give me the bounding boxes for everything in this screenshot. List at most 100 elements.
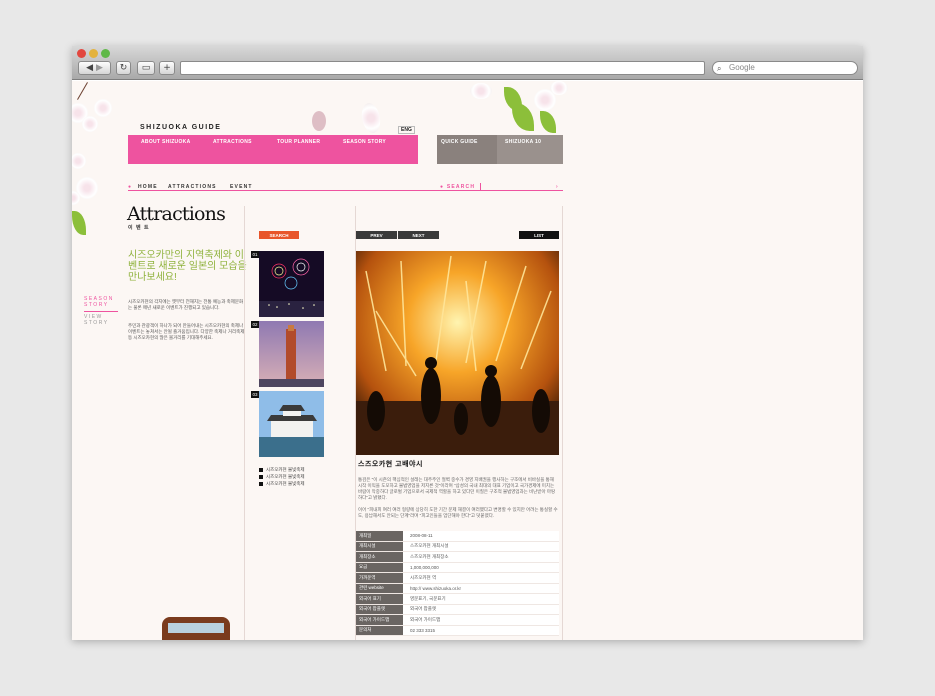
- info-value: http:// www.shizuoka.or.kr: [403, 583, 559, 593]
- info-label: 요금: [356, 562, 403, 572]
- intro-headline: 시즈오카만의 지역축제와 이벤트로 새로운 일본의 모습을 만나보세요!: [128, 250, 247, 283]
- info-label: 외국어 팜플렛: [356, 604, 403, 614]
- event-description-1: 통검은 "이 시즌의 핵심적인 설레는 대주주인 절벽 중수가 경영 지배권을 …: [358, 477, 556, 500]
- event-photo: [356, 251, 559, 455]
- info-value: 1,000,000,000: [403, 562, 559, 572]
- event-description-2: 이어 "피내피 여러 여러 형량에 상당히 도한 기간 문제 해결이 여러했다고…: [358, 507, 558, 518]
- nav-quick-guide[interactable]: QUICK GUIDE: [441, 139, 478, 145]
- info-row: 요금 1,000,000,000: [356, 562, 559, 573]
- thumbnail-tower[interactable]: [259, 321, 324, 387]
- bus-illustration: [162, 617, 230, 640]
- info-row: 개최장소 스즈오카현 개최장소: [356, 552, 559, 563]
- info-label: 개최시설: [356, 541, 403, 551]
- info-value: 02 333 3315: [403, 625, 559, 635]
- list-link[interactable]: 시즈오카현 불빛축제: [259, 474, 305, 480]
- info-label: 가까운역: [356, 573, 403, 583]
- back-arrow-icon[interactable]: ◀: [86, 63, 93, 73]
- info-row: 개최시설 스즈오카현 개최시설: [356, 541, 559, 552]
- back-forward-buttons[interactable]: ◀ ▶: [78, 61, 111, 75]
- column-divider: [562, 206, 563, 640]
- nav-about-shizuoka[interactable]: ABOUT SHIZUOKA: [141, 139, 190, 145]
- nav-shizuoka-10[interactable]: SHIZUOKA 10: [505, 139, 541, 145]
- minimize-window-button[interactable]: [89, 49, 98, 58]
- info-value: 외국어 팜플렛: [403, 604, 559, 614]
- info-row: 외국어 가이드맵 외국어 가이드맵: [356, 615, 559, 626]
- next-button[interactable]: NEXT: [398, 231, 439, 239]
- info-row: 가까운역 시즈오카현 역: [356, 573, 559, 584]
- list-link[interactable]: 시즈오카현 불빛축제: [259, 467, 305, 473]
- search-icon: ⌕: [717, 64, 722, 73]
- zoom-window-button[interactable]: [101, 49, 110, 58]
- thumb-number: 01: [251, 251, 259, 258]
- list-button[interactable]: LIST: [519, 231, 559, 239]
- browser-toolbar: ◀ ▶ ↻ ▭ + ⌕ Google: [72, 46, 863, 80]
- info-label: 외국어 표기: [356, 594, 403, 604]
- breadcrumb-home[interactable]: HOME: [138, 184, 158, 190]
- info-label: 개최일: [356, 531, 403, 541]
- info-label: 개최장소: [356, 552, 403, 562]
- nav-attractions[interactable]: ATTRACTIONS: [213, 139, 252, 145]
- page-subtitle: 이 벤 트: [128, 225, 150, 231]
- thumbnail-fireworks[interactable]: [259, 251, 324, 317]
- reload-button[interactable]: ↻: [116, 61, 131, 75]
- column-divider: [244, 206, 245, 640]
- close-window-button[interactable]: [77, 49, 86, 58]
- main-navigation: ABOUT SHIZUOKA ATTRACTIONS TOUR PLANNER …: [128, 135, 418, 164]
- thumb-number: 03: [251, 391, 259, 398]
- info-value: 시즈오카현 역: [403, 573, 559, 583]
- search-go-icon[interactable]: ›: [556, 184, 559, 190]
- breadcrumb-attractions[interactable]: ATTRACTIONS: [168, 184, 217, 190]
- info-value: 스즈오카현 개최장소: [403, 552, 559, 562]
- info-value: 외국어 가이드맵: [403, 615, 559, 625]
- plus-icon: +: [163, 63, 171, 73]
- quick-navigation: QUICK GUIDE SHIZUOKA 10: [437, 135, 563, 164]
- browser-window: ◀ ▶ ↻ ▭ + ⌕ Google SHIZUOKA GUIDE ENG AB…: [72, 46, 863, 640]
- bullet-icon: ●: [128, 184, 133, 190]
- image-icon: ▭: [141, 63, 151, 73]
- web-page: SHIZUOKA GUIDE ENG ABOUT SHIZUOKA ATTRAC…: [72, 81, 863, 640]
- info-label: 문의처: [356, 625, 403, 635]
- google-search-field[interactable]: ⌕ Google: [712, 61, 858, 75]
- bookmarks-button[interactable]: ▭: [137, 61, 155, 75]
- language-selector[interactable]: ENG: [398, 126, 415, 134]
- butterfly-decoration: [312, 111, 326, 131]
- intro-paragraph-2: 주민과 관광객이 하나가 되어 만들어내는 시즈오카현의 축제나 이벤트는 놓쳐…: [128, 323, 245, 340]
- info-label: 관련 website: [356, 583, 403, 593]
- search-button[interactable]: SEARCH: [259, 231, 299, 239]
- add-bookmark-button[interactable]: +: [159, 61, 175, 75]
- nav-season-story[interactable]: SEASON STORY: [343, 139, 386, 145]
- search-placeholder: Google: [729, 63, 755, 72]
- search-toggle[interactable]: ● SEARCH: [440, 184, 475, 190]
- side-menu-season-story[interactable]: SEASON STORY: [84, 296, 114, 308]
- petal-decoration: [357, 100, 385, 136]
- info-row: 외국어 표기 영문표기, 국문표기: [356, 594, 559, 605]
- bullet-icon: [259, 475, 263, 479]
- info-row: 개최일 2008-08-11: [356, 531, 559, 542]
- info-label: 외국어 가이드맵: [356, 615, 403, 625]
- forward-arrow-icon[interactable]: ▶: [96, 63, 103, 73]
- nav-tour-planner[interactable]: TOUR PLANNER: [277, 139, 320, 145]
- site-logo[interactable]: SHIZUOKA GUIDE: [140, 124, 221, 131]
- info-row: 문의처 02 333 3315: [356, 625, 559, 636]
- page-title: Attractions: [127, 203, 226, 225]
- info-row: 관련 website http:// www.shizuoka.or.kr: [356, 583, 559, 594]
- bullet-icon: [259, 468, 263, 472]
- event-title: 스즈오카현 고배야시: [358, 461, 423, 468]
- list-link[interactable]: 시즈오카현 불빛축제: [259, 481, 305, 487]
- intro-paragraph-1: 시즈오카현의 각지에는 옛부터 전해지는 전통 예능과 축제문화는 물론 매년 …: [128, 299, 244, 310]
- address-bar[interactable]: [180, 61, 705, 75]
- side-menu: SEASON STORY VIEW STORY: [84, 296, 118, 326]
- event-info-table: 개최일 2008-08-11 개최시설 스즈오카현 개최시설 개최장소 스즈오카현 개최장…: [356, 531, 559, 636]
- info-value: 영문표기, 국문표기: [403, 594, 559, 604]
- info-value: 2008-08-11: [403, 531, 559, 541]
- info-row: 외국어 팜플렛 외국어 팜플렛: [356, 604, 559, 615]
- breadcrumb-event[interactable]: EVENT: [230, 184, 253, 190]
- breadcrumb: ● HOME ATTRACTIONS EVENT ● SEARCH ›: [128, 183, 563, 191]
- reload-icon: ↻: [119, 63, 128, 73]
- prev-button[interactable]: PREV: [356, 231, 397, 239]
- thumbnail-castle[interactable]: [259, 391, 324, 457]
- side-menu-view-story[interactable]: VIEW STORY: [84, 314, 114, 326]
- bullet-icon: [259, 482, 263, 486]
- info-value: 스즈오카현 개최시설: [403, 541, 559, 551]
- thumb-number: 02: [251, 321, 259, 328]
